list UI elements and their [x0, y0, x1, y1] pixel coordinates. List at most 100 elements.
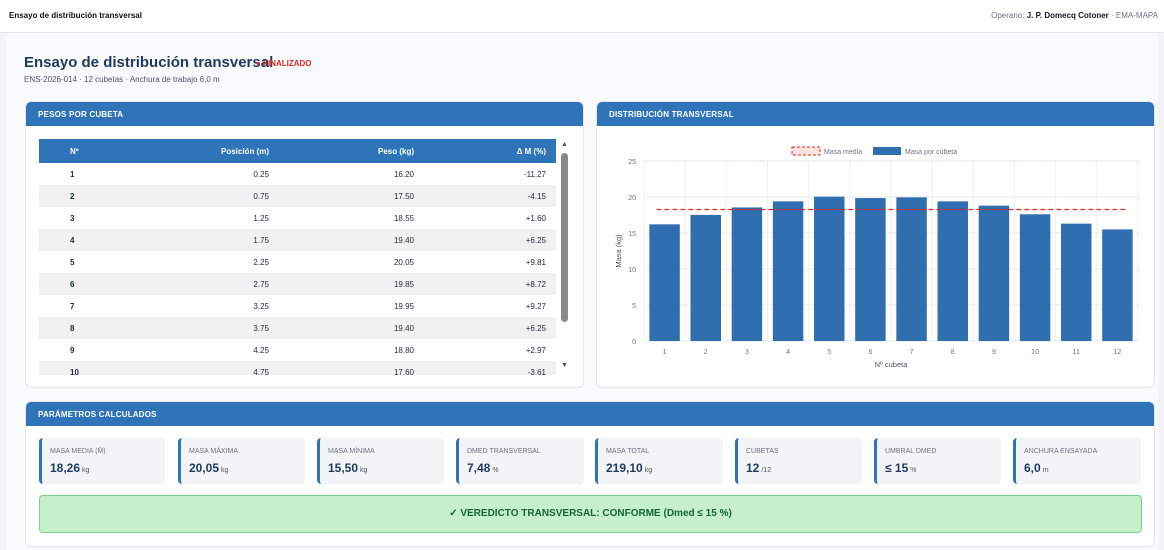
- y-tick-label: 5: [632, 303, 636, 310]
- table-row: 4 1.75 19.40 +6.25: [39, 229, 556, 251]
- cell-weight: 19.40: [279, 229, 424, 251]
- cell-position: 4.25: [253, 345, 269, 355]
- x-tick-label: 3: [745, 349, 749, 356]
- cell-position: 0.75: [109, 185, 279, 207]
- x-tick-label: 7: [910, 349, 914, 356]
- param-unit: kg: [82, 467, 90, 474]
- param-min-mass: MASA MÍNIMA 15,50 kg: [317, 438, 444, 484]
- table-row: 8 3.75 19.40 +6.25: [39, 317, 556, 339]
- bar: [1019, 214, 1051, 341]
- operator-info: Operario: J. P. Domecq Cotoner · EMA-MAP…: [991, 11, 1158, 20]
- cell-number: 9: [70, 345, 75, 355]
- table-row: 6 2.75 19.85 +8.72: [39, 273, 556, 295]
- legend-bar-label: Masa por cubeta: [905, 149, 957, 156]
- operator-org: · EMA-MAPA: [1111, 11, 1158, 20]
- y-tick-label: 10: [628, 267, 636, 274]
- cell-position: 0.25: [253, 169, 269, 179]
- param-value: 15,50 kg: [328, 461, 367, 475]
- legend-mean-swatch: [791, 146, 821, 156]
- cell-number: 8: [39, 317, 109, 339]
- weights-card-title: PESOS POR CUBETA: [26, 102, 583, 126]
- scrollbar-thumb[interactable]: [561, 153, 568, 322]
- param-value: 7,48%: [467, 461, 499, 475]
- cell-delta: +2.97: [525, 345, 546, 355]
- cell-weight: 18.55: [393, 213, 414, 223]
- param-value: 12/12: [746, 461, 771, 475]
- param-width: ANCHURA ENSAYADA 6,0 m: [1013, 438, 1141, 484]
- cell-weight: 19.85: [279, 273, 424, 295]
- table-row: 3 1.25 18.55 +1.60: [39, 207, 556, 229]
- cell-number: 1: [70, 169, 75, 179]
- operator-label: Operario:: [991, 11, 1025, 20]
- x-tick-label: 11: [1073, 349, 1080, 356]
- y-tick-label: 15: [628, 231, 636, 238]
- cell-delta: -3.61: [424, 361, 556, 375]
- scroll-up-icon[interactable]: ▲: [561, 141, 568, 148]
- cell-delta: -11.27: [523, 169, 546, 179]
- cell-weight: 19.95: [393, 301, 414, 311]
- param-unit: kg: [644, 467, 653, 474]
- x-tick-label: 12: [1114, 349, 1122, 356]
- param-cubetas: CUBETAS 12/12: [735, 438, 862, 484]
- scroll-down-icon[interactable]: ▼: [561, 362, 568, 369]
- param-dmed: DMED TRANSVERSAL 7,48%: [456, 438, 584, 484]
- cell-delta: +8.72: [424, 273, 556, 295]
- chart-card: DISTRIBUCIÓN TRANSVERSAL 0 5 10 15 20 25 1 2 3 4 5…: [596, 101, 1155, 388]
- distribution-chart: 05101520251 2 3 4 5 6 7 8 9 10 11 12Nº cubetaMasa (…: [614, 146, 1139, 369]
- x-tick-label: 2: [704, 349, 708, 356]
- bar: [814, 196, 845, 341]
- bar: [978, 205, 1010, 341]
- bar: [937, 201, 968, 341]
- x-tick-label: 8: [951, 349, 955, 356]
- x-tick-label: 1: [663, 349, 667, 356]
- param-label: MASA MÁXIMA: [189, 448, 239, 455]
- x-tick-label: 9: [992, 349, 996, 356]
- cell-delta: +6.25: [424, 317, 556, 339]
- param-value: 18,26 kg: [50, 461, 89, 475]
- col-header-position: Posición (m): [109, 139, 279, 163]
- cell-number: 7: [70, 301, 75, 311]
- params-card: PARÁMETROS CALCULADOS MASA MEDIA (M̄) 18…: [25, 401, 1155, 547]
- cell-number: 5: [70, 257, 75, 267]
- weights-card: PESOS POR CUBETA Nº Posición (m) Peso (k…: [25, 101, 584, 388]
- params-card-title: PARÁMETROS CALCULADOS: [26, 402, 1154, 426]
- status-text: FINALIZADO: [263, 59, 312, 68]
- cell-weight: 17.50: [279, 185, 424, 207]
- page-subtitle: ENS-2026-014 · 12 cubetas · Anchura de t…: [24, 75, 220, 84]
- status-badge: ● FINALIZADO: [256, 59, 312, 68]
- cell-position: 3.25: [253, 301, 269, 311]
- x-tick-label: 6: [868, 349, 872, 356]
- x-tick-label: 4: [786, 349, 790, 356]
- cell-weight: 18.80: [393, 345, 414, 355]
- param-value: ≤ 15%: [885, 461, 917, 475]
- param-label: MASA TOTAL: [606, 448, 650, 455]
- cell-position: 2.25: [253, 257, 269, 267]
- weights-table-scroll[interactable]: Nº Posición (m) Peso (kg) Δ M (%) 1 0.25 1…: [39, 139, 570, 375]
- cell-position: 2.75: [109, 273, 279, 295]
- param-label: UMBRAL DMED: [885, 448, 937, 455]
- bar: [772, 201, 804, 341]
- param-unit: /12: [761, 467, 772, 474]
- cell-delta: +6.25: [424, 229, 556, 251]
- cell-position: 4.75: [109, 361, 279, 375]
- cell-delta: +1.60: [525, 213, 546, 223]
- legend-mean-label: Masa media: [824, 149, 862, 156]
- col-header-number: Nº: [39, 139, 109, 163]
- cell-number: 2: [39, 185, 109, 207]
- param-value: 219,10 kg: [606, 461, 652, 475]
- param-label: ANCHURA ENSAYADA: [1024, 448, 1098, 455]
- col-header-weight: Peso (kg): [279, 139, 424, 163]
- table-row: 9 4.25 18.80 +2.97: [39, 339, 556, 361]
- bar: [855, 198, 886, 341]
- param-number: 219,10: [606, 461, 643, 475]
- col-header-delta: Δ M (%): [424, 139, 556, 163]
- table-row: 7 3.25 19.95 +9.27: [39, 295, 556, 317]
- app-title: Ensayo de distribución transversal: [9, 11, 142, 20]
- param-unit: %: [492, 467, 499, 474]
- cell-number: 6: [39, 273, 109, 295]
- y-tick-label: 20: [628, 195, 636, 202]
- table-header-row: Nº Posición (m) Peso (kg) Δ M (%): [39, 139, 556, 163]
- table-scrollbar[interactable]: ▲ ▼: [558, 139, 570, 375]
- cell-number: 3: [70, 213, 75, 223]
- x-axis-label: Nº cubeta: [875, 360, 909, 369]
